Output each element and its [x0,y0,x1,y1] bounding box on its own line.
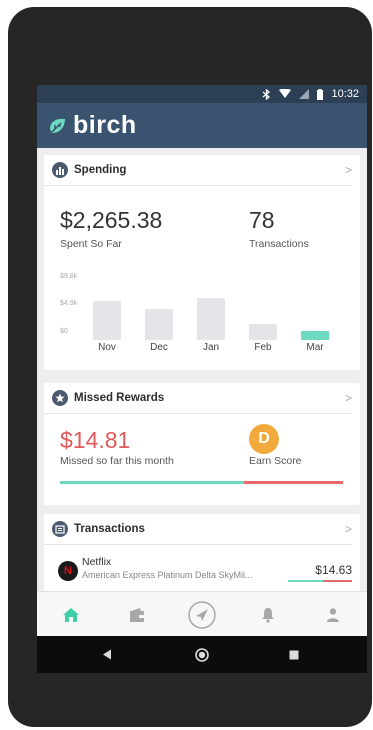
recents-square-icon [289,650,299,659]
spending-card[interactable]: Spending > $2,265.38 Spent So Far 78 Tra… [44,155,360,370]
transactions-header[interactable]: Transactions > [44,514,352,545]
chart-x-label: Jan [202,342,220,353]
recents-button[interactable] [274,636,314,673]
chevron-right-icon[interactable]: > [345,522,352,536]
bluetooth-icon [262,88,271,100]
transaction-reward-bar [288,580,352,582]
bar-chart-icon [52,162,68,178]
chart-x-label: Dec [150,342,168,353]
star-icon [52,390,68,406]
bell-icon [262,607,274,623]
transactions-title: Transactions [74,523,145,535]
navigation-icon [188,600,216,629]
chart-x-label: Feb [254,342,272,353]
missed-rewards-header[interactable]: Missed Rewards > [44,383,352,414]
app-name: birch [73,111,137,139]
back-button[interactable] [87,636,127,673]
spending-card-header[interactable]: Spending > [44,155,352,186]
netflix-logo-icon: N [58,561,78,581]
spent-amount: $2,265.38 [60,207,163,233]
list-icon [52,521,68,537]
back-triangle-icon [103,649,111,660]
transaction-amount: $14.63 [315,563,352,577]
transaction-row[interactable]: N Netflix American Express Platinum Delt… [52,556,352,586]
missed-label: Missed so far this month [60,455,174,467]
app-header: birch [37,103,367,148]
chevron-right-icon[interactable]: > [345,391,352,405]
y-tick-label: $9.8k [60,273,78,280]
wifi-icon [279,89,292,99]
transaction-card-name: American Express Platinum Delta SkyMil..… [82,570,253,580]
phone-frame: 10:32 birch Spending > $2,265.38 Spent S… [8,7,372,727]
chart-x-label: Mar [306,342,324,353]
profile-icon [327,607,339,622]
transaction-count-label: Transactions [249,238,309,250]
rewards-progress-bar [60,481,343,484]
app-screen: 10:32 birch Spending > $2,265.38 Spent S… [37,85,367,673]
missed-amount: $14.81 [60,427,131,453]
y-tick-label: $4.9k [60,300,78,307]
transaction-reward-fill [288,580,324,582]
nav-home[interactable] [49,592,93,637]
earn-score-badge: D [249,424,279,454]
rewards-progress-fill [60,481,244,484]
transaction-merchant: Netflix [82,556,112,568]
chart-bar[interactable] [249,324,277,340]
wallet-icon [130,607,144,622]
home-icon [63,607,79,622]
chart-bar[interactable] [93,300,121,340]
transaction-count: 78 [249,207,275,233]
nav-navigation[interactable] [180,592,224,637]
nav-profile[interactable] [311,592,355,637]
missed-rewards-title: Missed Rewards [74,392,165,404]
status-bar: 10:32 [37,85,367,103]
spent-label: Spent So Far [60,238,122,250]
chart-bar[interactable] [197,298,225,340]
battery-icon [317,88,324,100]
chart-bar[interactable] [301,330,329,340]
bottom-navigation [37,591,367,636]
y-tick-label: $0 [60,328,68,335]
nav-notifications[interactable] [246,592,290,637]
spending-title: Spending [74,164,127,176]
earn-score-label: Earn Score [249,455,302,467]
chart-bar[interactable] [145,308,173,340]
nav-wallet[interactable] [115,592,159,637]
signal-icon [299,89,310,99]
transactions-card[interactable]: Transactions > N Netflix American Expres… [44,514,360,591]
birch-leaf-icon [50,118,65,133]
clock-text: 10:32 [331,88,359,100]
app-logo: birch [47,111,137,140]
home-circle-icon [195,647,209,662]
chart-x-label: Nov [98,342,116,353]
system-navigation-bar [37,636,367,673]
chevron-right-icon[interactable]: > [345,163,352,177]
home-button[interactable] [182,636,222,673]
missed-rewards-card[interactable]: Missed Rewards > $14.81 Missed so far th… [44,383,360,505]
